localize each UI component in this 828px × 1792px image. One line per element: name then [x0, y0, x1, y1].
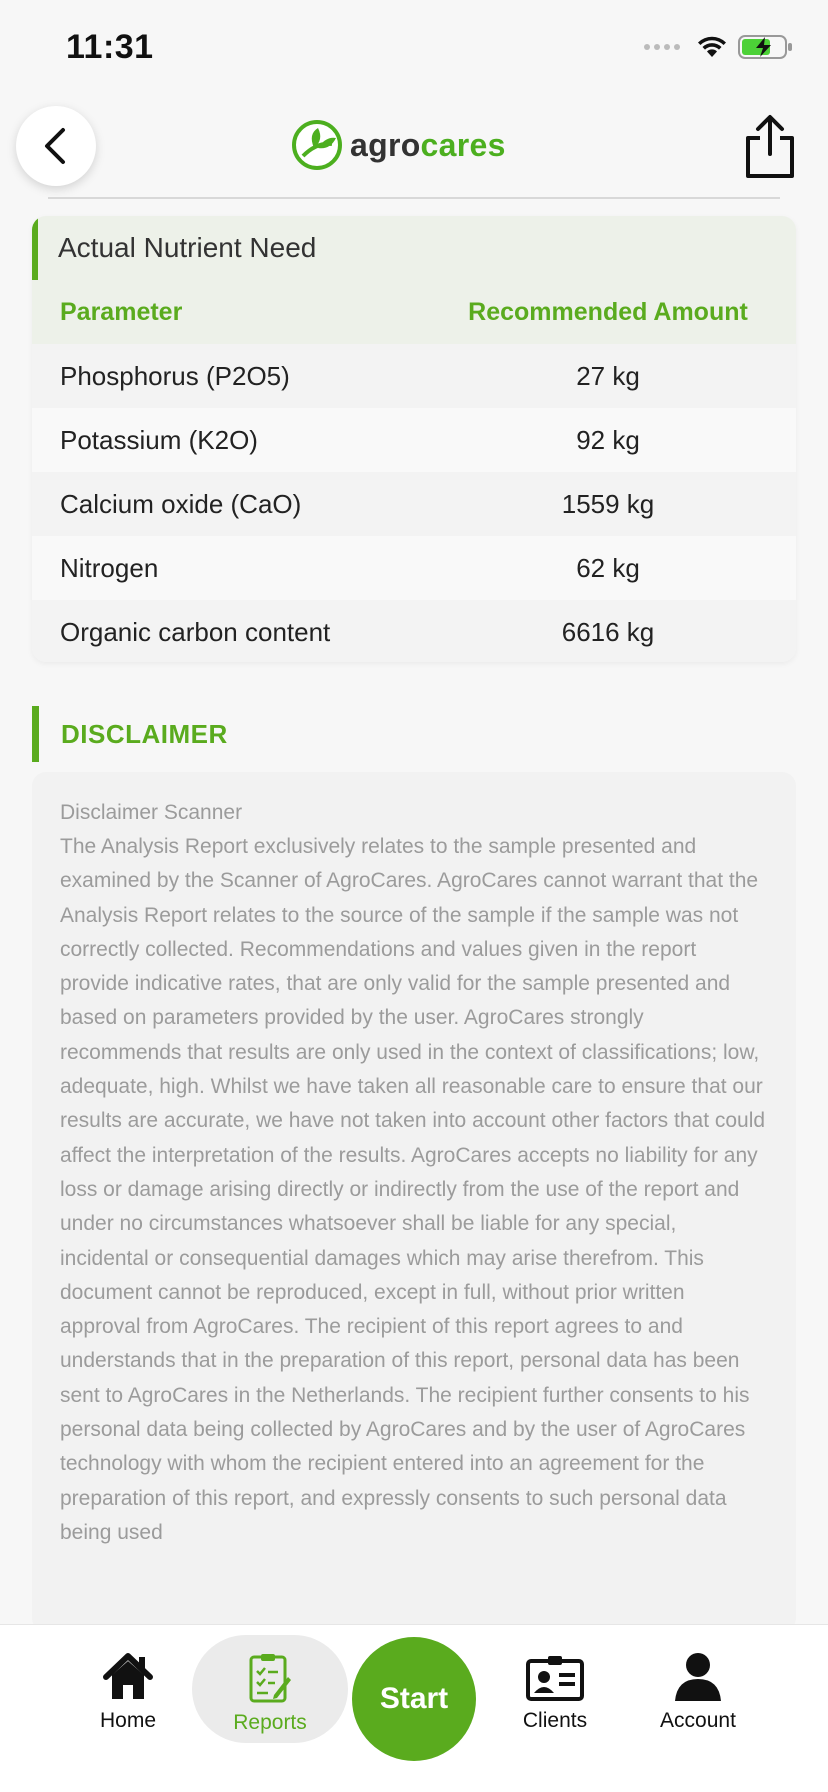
- row-amount: 92 kg: [576, 424, 640, 455]
- table-row: Phosphorus (P2O5) 27 kg: [32, 344, 796, 408]
- cellular-signal-icon: [644, 44, 680, 50]
- tab-account-label: Account: [660, 1709, 736, 1732]
- table-body: Phosphorus (P2O5) 27 kg Potassium (K2O) …: [32, 344, 796, 662]
- battery-charging-icon: [738, 35, 792, 59]
- row-parameter: Organic carbon content: [60, 616, 331, 647]
- user-icon: [675, 1653, 721, 1701]
- card-title: Actual Nutrient Need: [32, 216, 796, 280]
- row-amount: 62 kg: [576, 552, 640, 583]
- row-amount: 6616 kg: [561, 616, 655, 647]
- nutrient-need-card: Actual Nutrient Need Parameter Recommend…: [32, 216, 796, 662]
- share-icon[interactable]: [742, 114, 798, 180]
- status-icons: [644, 34, 794, 60]
- row-parameter: Calcium oxide (CaO): [60, 488, 302, 519]
- header-divider: [48, 197, 780, 199]
- table-header: Parameter Recommended Amount: [32, 280, 796, 344]
- bottom-tab-bar: Home Reports Start Clients Account: [0, 1624, 828, 1792]
- tab-reports-label: Reports: [233, 1711, 307, 1734]
- leaf-logo-icon: [292, 120, 342, 170]
- tab-account[interactable]: Account: [638, 1645, 758, 1745]
- disclaimer-heading: DISCLAIMER: [32, 706, 228, 762]
- table-row: Calcium oxide (CaO) 1559 kg: [32, 472, 796, 536]
- disclaimer-subtitle: Disclaimer Scanner: [60, 801, 243, 824]
- disclaimer-body: The Analysis Report exclusively relates …: [60, 835, 766, 1544]
- row-parameter: Phosphorus (P2O5): [60, 360, 290, 391]
- table-row: Potassium (K2O) 92 kg: [32, 408, 796, 472]
- row-parameter: Potassium (K2O): [60, 424, 258, 455]
- back-button[interactable]: [16, 106, 96, 186]
- tab-home-label: Home: [99, 1709, 157, 1732]
- logo-text: agrocares: [350, 127, 506, 164]
- disclaimer-box[interactable]: Disclaimer Scanner The Analysis Report e…: [32, 772, 796, 1632]
- column-header-amount: Recommended Amount: [468, 297, 748, 326]
- row-parameter: Nitrogen: [60, 552, 159, 583]
- report-icon: [249, 1654, 291, 1703]
- logo-text-cares: cares: [420, 126, 506, 163]
- column-header-parameter: Parameter: [60, 297, 183, 326]
- tab-home[interactable]: Home: [68, 1645, 188, 1745]
- row-amount: 1559 kg: [561, 488, 655, 519]
- wifi-icon: [698, 36, 726, 57]
- tab-clients[interactable]: Clients: [495, 1645, 615, 1745]
- row-amount: 27 kg: [576, 360, 640, 391]
- status-bar: 11:31: [0, 0, 828, 100]
- table-row: Nitrogen 62 kg: [32, 536, 796, 600]
- app-header: agrocares: [0, 100, 828, 200]
- logo-text-agro: agro: [350, 126, 421, 163]
- id-card-icon: [526, 1656, 584, 1701]
- agrocares-logo: agrocares: [292, 120, 506, 170]
- home-icon: [103, 1653, 153, 1699]
- chevron-left-icon: [45, 128, 65, 164]
- tab-reports[interactable]: Reports: [192, 1635, 348, 1743]
- tab-clients-label: Clients: [522, 1709, 588, 1732]
- status-time: 11:31: [66, 28, 154, 66]
- table-row: Organic carbon content 6616 kg: [32, 600, 796, 662]
- start-button[interactable]: Start: [352, 1637, 476, 1761]
